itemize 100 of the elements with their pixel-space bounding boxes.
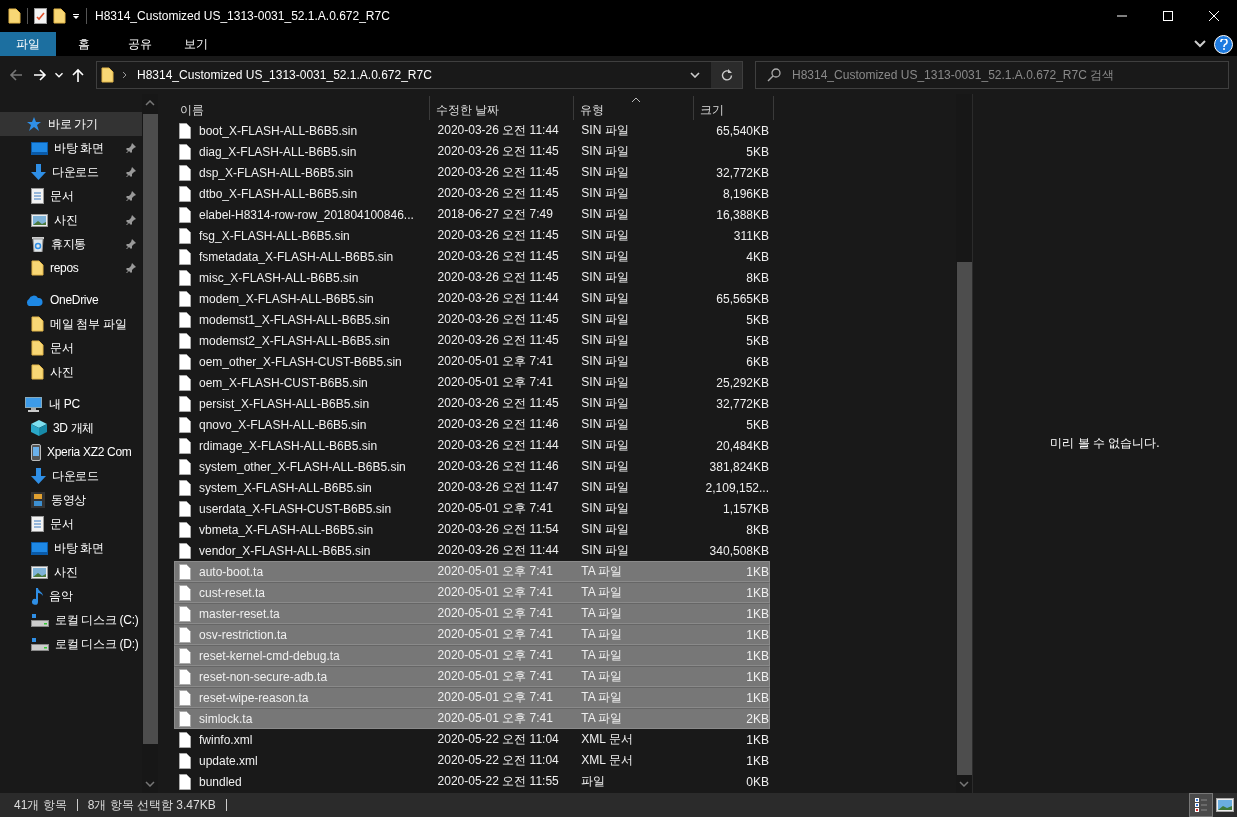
file-row[interactable]: system_X-FLASH-ALL-B6B5.sin 2020-03-26 오전 11:47 SIN 파일 2,109,152... [174,477,770,498]
ribbon-tab[interactable]: 홈 [56,32,112,56]
nav-item[interactable]: 문서 [0,512,142,536]
search-field[interactable]: H8314_Customized US_1313-0031_52.1.A.0.672_R7C 검색 [755,61,1229,89]
file-row[interactable]: master-reset.ta 2020-05-01 오후 7:41 TA 파일 1KB [174,603,770,624]
column-header[interactable]: 수정한 날짜 [430,96,574,120]
nav-item[interactable]: 바로 가기 [0,112,142,136]
ribbon-tab[interactable]: 보기 [168,32,224,56]
nav-item[interactable]: 문서 [0,184,142,208]
nav-item[interactable]: 바탕 화면 [0,536,142,560]
up-arrow-icon [70,67,86,83]
nav-item[interactable]: repos [0,256,142,280]
address-bar[interactable]: H8314_Customized US_1313-0031_52.1.A.0.672_R7C [96,61,743,89]
file-row[interactable]: oem_X-FLASH-CUST-B6B5.sin 2020-05-01 오후 7:41 SIN 파일 25,292KB [174,372,770,393]
file-row[interactable]: modemst1_X-FLASH-ALL-B6B5.sin 2020-03-26 오전 11:45 SIN 파일 5KB [174,309,770,330]
nav-item[interactable]: 휴지통 [0,232,142,256]
ribbon-tab[interactable]: 공유 [112,32,168,56]
file-type: XML 문서 [580,731,634,748]
file-row[interactable]: fwinfo.xml 2020-05-22 오전 11:04 XML 문서 1KB [174,729,770,750]
nav-item[interactable]: 음악 [0,584,142,608]
nav-item[interactable]: 내 PC [0,392,142,416]
file-row[interactable]: fsg_X-FLASH-ALL-B6B5.sin 2020-03-26 오전 11:45 SIN 파일 311KB [174,225,770,246]
file-row[interactable]: reset-non-secure-adb.ta 2020-05-01 오후 7:41 TA 파일 1KB [174,666,770,687]
new-folder-icon [53,8,66,24]
nav-item[interactable]: 3D 개체 [0,416,142,440]
nav-item[interactable]: 바탕 화면 [0,136,142,160]
file-row[interactable]: diag_X-FLASH-ALL-B6B5.sin 2020-03-26 오전 11:45 SIN 파일 5KB [174,141,770,162]
nav-item[interactable]: 다운로드 [0,464,142,488]
file-icon [179,647,191,664]
nav-item[interactable]: 로컬 디스크 (D:) [0,632,142,656]
file-row[interactable]: elabel-H8314-row-row_201804100846... 2018-06-27 오전 7:49 SIN 파일 16,388KB [174,204,770,225]
file-size: 1KB [745,564,769,579]
preview-message: 미리 볼 수 없습니다. [1050,435,1160,452]
scroll-down-icon[interactable] [145,781,155,787]
file-row[interactable]: auto-boot.ta 2020-05-01 오후 7:41 TA 파일 1KB [174,561,770,582]
details-view-button[interactable] [1189,793,1213,817]
file-size: 65,565KB [715,291,769,306]
column-header[interactable]: 크기 [694,96,774,120]
file-row[interactable]: update.xml 2020-05-22 오전 11:04 XML 문서 1KB [174,750,770,771]
modified-date: 2020-05-01 오후 7:41 [436,353,554,370]
nav-item[interactable]: OneDrive [0,288,142,312]
file-row[interactable]: reset-kernel-cmd-debug.ta 2020-05-01 오후 7:41 TA 파일 1KB [174,645,770,666]
file-icon [179,584,191,601]
nav-item[interactable]: 사진 [0,208,142,232]
column-header[interactable]: 이름 [174,96,430,120]
nav-item[interactable]: 사진 [0,560,142,584]
file-row[interactable]: bundled 2020-05-22 오전 11:55 파일 0KB [174,771,770,792]
file-row[interactable]: qnovo_X-FLASH-ALL-B6B5.sin 2020-03-26 오전 11:46 SIN 파일 5KB [174,414,770,435]
file-row[interactable]: dsp_X-FLASH-ALL-B6B5.sin 2020-03-26 오전 11:45 SIN 파일 32,772KB [174,162,770,183]
recycle-bin-icon [31,236,45,252]
file-row[interactable]: cust-reset.ta 2020-05-01 오후 7:41 TA 파일 1KB [174,582,770,603]
document-icon [31,188,44,204]
nav-item[interactable]: Xperia XZ2 Com [0,440,142,464]
refresh-button[interactable] [710,62,742,88]
file-row[interactable]: misc_X-FLASH-ALL-B6B5.sin 2020-03-26 오전 11:45 SIN 파일 8KB [174,267,770,288]
image-icon [31,213,48,227]
help-icon[interactable] [1214,34,1233,54]
file-type: TA 파일 [580,710,624,727]
file-row[interactable]: oem_other_X-FLASH-CUST-B6B5.sin 2020-05-01 오후 7:41 SIN 파일 6KB [174,351,770,372]
file-size: 340,508KB [708,543,769,558]
file-icon [179,626,191,643]
file-icon [179,731,191,748]
nav-item[interactable]: 문서 [0,336,142,360]
modified-date: 2018-06-27 오전 7:49 [436,206,554,223]
nav-item[interactable]: 로컬 디스크 (C:) [0,608,142,632]
scroll-up-icon[interactable] [145,100,155,106]
file-row[interactable]: simlock.ta 2020-05-01 오후 7:41 TA 파일 2KB [174,708,770,729]
file-icon [179,458,191,475]
file-row[interactable]: modem_X-FLASH-ALL-B6B5.sin 2020-03-26 오전 11:44 SIN 파일 65,565KB [174,288,770,309]
file-row[interactable]: system_other_X-FLASH-ALL-B6B5.sin 2020-03-26 오전 11:46 SIN 파일 381,824KB [174,456,770,477]
file-row[interactable]: vbmeta_X-FLASH-ALL-B6B5.sin 2020-03-26 오전 11:54 SIN 파일 8KB [174,519,770,540]
expand-ribbon-icon[interactable] [1194,40,1206,48]
nav-item[interactable]: 동영상 [0,488,142,512]
selection-info: 8개 항목 선택함 3.47KB [87,796,216,814]
nav-item[interactable]: 사진 [0,360,142,384]
properties-icon[interactable] [34,8,47,24]
file-row[interactable]: dtbo_X-FLASH-ALL-B6B5.sin 2020-03-26 오전 11:45 SIN 파일 8,196KB [174,183,770,204]
file-row[interactable]: fsmetadata_X-FLASH-ALL-B6B5.sin 2020-03-26 오전 11:45 SIN 파일 4KB [174,246,770,267]
file-size: 2,109,152... [704,480,769,495]
modified-date: 2020-03-26 오전 11:44 [436,542,560,559]
file-row[interactable]: rdimage_X-FLASH-ALL-B6B5.sin 2020-03-26 오전 11:44 SIN 파일 20,484KB [174,435,770,456]
scroll-down-icon[interactable] [959,781,969,787]
folder-icon [31,260,44,276]
file-size: 1KB [745,669,769,684]
file-row[interactable]: reset-wipe-reason.ta 2020-05-01 오후 7:41 TA 파일 1KB [174,687,770,708]
file-row[interactable]: boot_X-FLASH-ALL-B6B5.sin 2020-03-26 오전 11:44 SIN 파일 65,540KB [174,120,770,141]
file-row[interactable]: modemst2_X-FLASH-ALL-B6B5.sin 2020-03-26 오전 11:45 SIN 파일 5KB [174,330,770,351]
nav-item[interactable]: 다운로드 [0,160,142,184]
customize-dropdown-icon[interactable] [72,12,80,20]
file-name: system_other_X-FLASH-ALL-B6B5.sin [199,459,406,474]
nav-item[interactable]: 메일 첨부 파일 [0,312,142,336]
modified-date: 2020-03-26 오전 11:45 [436,143,560,160]
file-row[interactable]: persist_X-FLASH-ALL-B6B5.sin 2020-03-26 오전 11:45 SIN 파일 32,772KB [174,393,770,414]
file-row[interactable]: vendor_X-FLASH-ALL-B6B5.sin 2020-03-26 오전 11:44 SIN 파일 340,508KB [174,540,770,561]
modified-date: 2020-03-26 오전 11:44 [436,290,560,307]
file-name: vbmeta_X-FLASH-ALL-B6B5.sin [199,522,374,537]
column-header[interactable]: 유형 [574,96,694,120]
ribbon-tab[interactable]: 파일 [0,32,56,56]
file-row[interactable]: userdata_X-FLASH-CUST-B6B5.sin 2020-05-01 오후 7:41 SIN 파일 1,157KB [174,498,770,519]
file-row[interactable]: osv-restriction.ta 2020-05-01 오후 7:41 TA 파일 1KB [174,624,770,645]
